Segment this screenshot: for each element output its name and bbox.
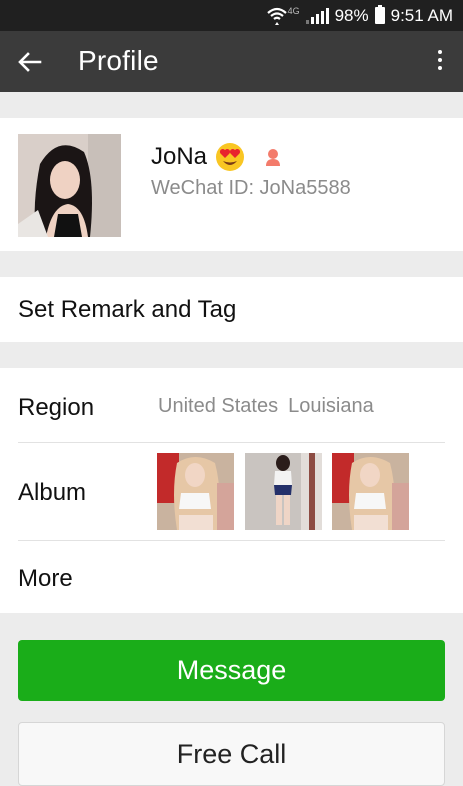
battery-percentage: 98% — [334, 5, 369, 25]
status-time: 9:51 AM — [390, 5, 453, 25]
region-label: Region — [18, 394, 95, 421]
more-options-icon[interactable] — [435, 47, 445, 77]
name-row: JoNa — [151, 142, 283, 172]
app-bar: Profile — [0, 31, 463, 92]
profile-name: JoNa — [151, 143, 208, 170]
free-call-button[interactable]: Free Call — [18, 722, 445, 786]
battery-icon — [374, 5, 385, 24]
album-label: Album — [18, 479, 87, 506]
status-indicators: 4G 98% 9:51 AM — [266, 0, 453, 31]
divider — [18, 442, 445, 443]
wifi-icon — [266, 7, 287, 25]
region-value: United States Louisiana — [158, 395, 374, 418]
album-photo-2[interactable] — [245, 453, 322, 530]
profile-card: JoNa WeChat ID: JoNa5588 — [0, 118, 463, 251]
album-photo-1[interactable] — [157, 453, 234, 530]
region-country: United States — [158, 395, 279, 417]
page-title: Profile — [78, 45, 159, 76]
divider — [18, 540, 445, 541]
more-row[interactable]: More — [18, 565, 73, 593]
network-type-label: 4G — [287, 5, 300, 16]
status-bar: 4G 98% 9:51 AM — [0, 0, 463, 31]
message-button[interactable]: Message — [18, 640, 445, 701]
region-state: Louisiana — [288, 395, 374, 417]
album-photo-3[interactable] — [332, 453, 409, 530]
avatar[interactable] — [18, 134, 121, 237]
set-remark-label: Set Remark and Tag — [18, 296, 237, 323]
set-remark-row[interactable]: Set Remark and Tag — [0, 277, 463, 342]
details-card: Region United States Louisiana Album Mor… — [0, 368, 463, 613]
heart-eyes-emoji-icon — [216, 143, 245, 171]
back-arrow-icon[interactable] — [14, 47, 46, 77]
female-icon — [266, 149, 281, 166]
signal-strength-icon — [305, 7, 329, 24]
wechat-id: WeChat ID: JoNa5588 — [151, 177, 351, 199]
